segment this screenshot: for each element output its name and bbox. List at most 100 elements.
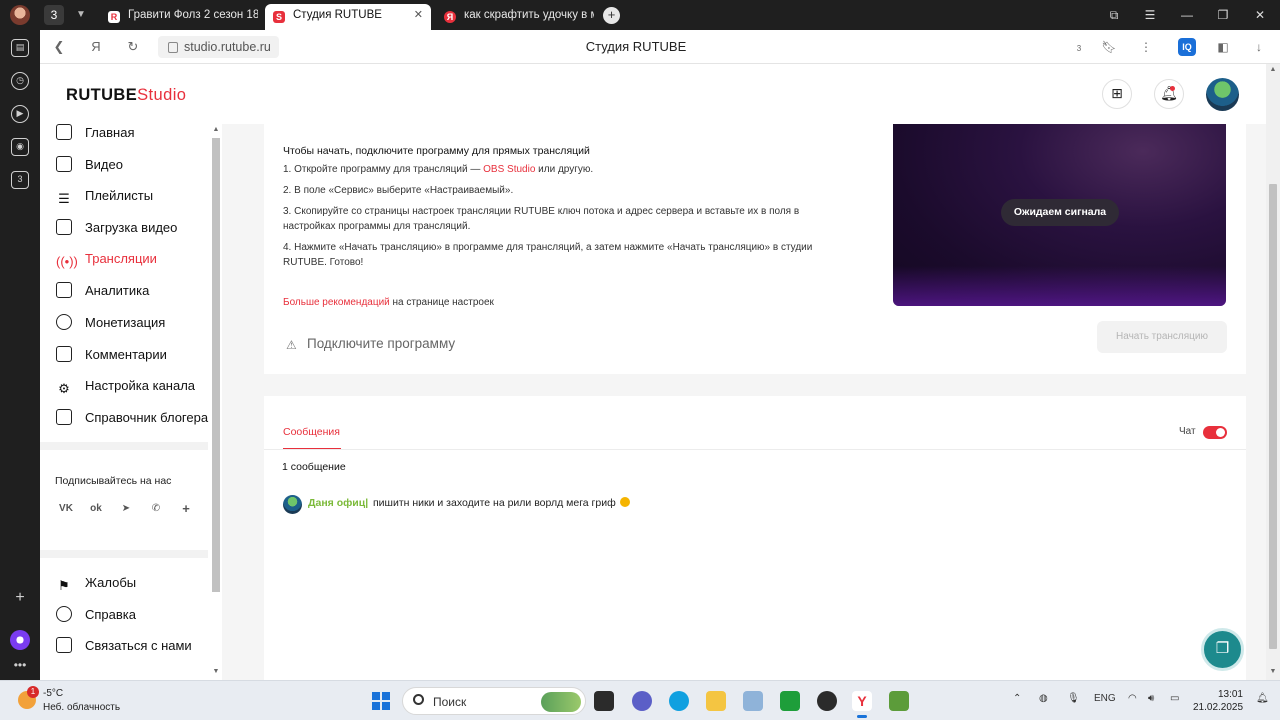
minecraft-icon[interactable] bbox=[889, 691, 909, 711]
sidebar-item-contact[interactable]: Связаться с нами bbox=[56, 635, 192, 657]
file-explorer-icon[interactable] bbox=[706, 691, 726, 711]
scroll-up-icon[interactable]: ▲ bbox=[1268, 66, 1278, 73]
message-author[interactable]: Даня офиц| bbox=[308, 497, 368, 509]
close-window-icon[interactable]: ✕ bbox=[1250, 0, 1270, 30]
viber-icon[interactable]: ✆ bbox=[146, 500, 166, 518]
xbox-icon[interactable] bbox=[780, 691, 800, 711]
wifi-icon[interactable]: ◠ bbox=[1128, 693, 1137, 704]
close-icon[interactable]: ✕ bbox=[414, 4, 423, 26]
chat-toggle[interactable] bbox=[1203, 426, 1227, 439]
battery-icon[interactable]: ▭ bbox=[1170, 693, 1179, 704]
instruction-step-2: 2. В поле «Сервис» выберите «Настраиваем… bbox=[283, 185, 514, 196]
scrollbar-thumb[interactable] bbox=[1269, 184, 1277, 649]
sidebar-item-broadcasts[interactable]: ((•)) Трансляции bbox=[56, 248, 157, 270]
tab-title: Студия RUTUBE bbox=[293, 9, 382, 21]
scroll-down-icon[interactable]: ▼ bbox=[211, 668, 221, 675]
instruction-step-4: 4. Нажмите «Начать трансляцию» в програм… bbox=[283, 242, 813, 268]
counter-badge-icon[interactable]: 3 bbox=[11, 171, 29, 189]
teams-icon[interactable] bbox=[632, 691, 652, 711]
chevron-down-icon[interactable]: ▼ bbox=[72, 5, 90, 25]
scroll-down-icon[interactable]: ▼ bbox=[1268, 668, 1278, 675]
add-panel-icon[interactable]: + bbox=[11, 589, 29, 607]
tab-messages[interactable]: Сообщения bbox=[283, 426, 340, 438]
sidebar-item-blogger-guide[interactable]: Справочник блогера bbox=[56, 407, 208, 429]
sidebar-item-channel-settings[interactable]: ⚙ Настройка канала bbox=[56, 375, 195, 397]
vk-icon[interactable]: VK bbox=[56, 500, 76, 518]
search-label: Поиск bbox=[433, 695, 467, 709]
scrollbar-thumb[interactable] bbox=[212, 138, 220, 592]
windows-start-icon[interactable] bbox=[372, 692, 390, 710]
obs-studio-link[interactable]: OBS Studio bbox=[483, 164, 535, 175]
side-panel-badge: 3 bbox=[17, 174, 23, 184]
minimize-icon[interactable]: — bbox=[1177, 0, 1197, 30]
sidebar-item-home[interactable]: Главная bbox=[56, 122, 134, 144]
instruction-step-3: 3. Скопируйте со страницы настроек транс… bbox=[283, 206, 800, 232]
gear-icon: ⚙ bbox=[58, 381, 70, 396]
skype-icon[interactable] bbox=[669, 691, 689, 711]
security-icon[interactable]: ◍ bbox=[1039, 693, 1048, 704]
warning-icon: ⚠ bbox=[286, 338, 297, 352]
page-scrollbar[interactable]: ▲ ▼ bbox=[1266, 64, 1280, 680]
telegram-icon[interactable]: ➤ bbox=[116, 500, 136, 518]
menu-icon[interactable]: ☰ bbox=[1140, 0, 1160, 30]
more-options-icon[interactable]: ⋮ bbox=[1137, 38, 1155, 56]
task-view-icon[interactable] bbox=[594, 691, 614, 711]
sidebar-item-upload[interactable]: Загрузка видео bbox=[56, 217, 177, 239]
notifications-button[interactable]: 🔔︎ bbox=[1154, 79, 1184, 109]
history-icon[interactable]: ◷ bbox=[11, 72, 29, 90]
screenshot-icon[interactable]: ◉ bbox=[11, 138, 29, 156]
bookmarks-count-icon[interactable]: 3 bbox=[1070, 38, 1088, 56]
sidebar-item-comments[interactable]: Комментарии bbox=[56, 344, 167, 366]
photos-icon[interactable] bbox=[743, 691, 763, 711]
tabs-icon[interactable]: ⧉ bbox=[1104, 0, 1124, 30]
weather-description[interactable]: Неб. облачность bbox=[43, 702, 120, 713]
user-avatar[interactable] bbox=[1206, 78, 1239, 111]
sidebar-item-monetization[interactable]: Монетизация bbox=[56, 312, 165, 334]
collections-icon[interactable]: ◧ bbox=[1214, 38, 1232, 56]
sidebar-item-help[interactable]: Справка bbox=[56, 604, 136, 626]
avatar[interactable] bbox=[283, 495, 302, 514]
chevron-up-icon[interactable]: ⌃ bbox=[1013, 693, 1021, 704]
tab-yandex-search[interactable]: Якак скрафтить удочку в м bbox=[436, 4, 594, 30]
yandex-browser-icon[interactable]: Y bbox=[852, 691, 872, 718]
alice-assistant-icon[interactable] bbox=[10, 630, 30, 650]
extension-icon[interactable]: IQ bbox=[1178, 38, 1196, 56]
odnoklassniki-icon[interactable]: ok bbox=[86, 500, 106, 518]
download-icon[interactable]: ↓ bbox=[1250, 38, 1268, 56]
start-stream-button[interactable]: Начать трансляцию bbox=[1097, 321, 1227, 353]
sidebar-item-video[interactable]: Видео bbox=[56, 154, 123, 176]
scroll-up-icon[interactable]: ▲ bbox=[211, 126, 221, 133]
sidebar-item-complaints[interactable]: ⚑ Жалобы bbox=[56, 572, 136, 594]
playlist-icon: ☰ bbox=[58, 191, 70, 206]
sidebar-scrollbar[interactable]: ▲ ▼ bbox=[210, 124, 222, 680]
language-indicator[interactable]: ENG bbox=[1094, 693, 1116, 704]
rutube-studio-logo[interactable]: RUTUBEStudio bbox=[66, 86, 186, 105]
play-icon[interactable]: ▶ bbox=[11, 105, 29, 123]
tab-studio-rutube[interactable]: S Студия RUTUBE ✕ bbox=[265, 4, 431, 30]
profile-avatar[interactable] bbox=[10, 5, 30, 25]
restore-icon[interactable]: ❐ bbox=[1213, 0, 1233, 30]
tab-counter[interactable]: 3 bbox=[44, 5, 64, 25]
collections-panel-icon[interactable]: ▤ bbox=[11, 39, 29, 57]
taskbar-search[interactable]: Поиск bbox=[402, 687, 586, 715]
sidebar-item-playlists[interactable]: ☰ Плейлисты bbox=[56, 185, 153, 207]
more-dots-icon[interactable]: ••• bbox=[11, 656, 29, 674]
notification-center-icon[interactable]: 🔔︎ bbox=[1256, 693, 1269, 704]
system-clock[interactable]: 13:01 21.02.2025 bbox=[1193, 688, 1243, 714]
notification-dot bbox=[1170, 86, 1175, 91]
tab-gravity-falls[interactable]: R Гравити Фолз 2 сезон 18 bbox=[100, 4, 258, 30]
bookmark-icon[interactable]: 🔖︎ bbox=[1100, 38, 1118, 56]
microphone-icon[interactable]: 🎙︎ bbox=[1067, 693, 1080, 704]
support-chat-button[interactable]: ❐ bbox=[1201, 628, 1244, 671]
sidebar-item-analytics[interactable]: Аналитика bbox=[56, 280, 149, 302]
weather-temperature[interactable]: -5°C bbox=[43, 688, 63, 699]
more-recommendations-link[interactable]: Больше рекомендаций bbox=[283, 297, 390, 308]
more-social-icon[interactable]: + bbox=[176, 500, 196, 518]
obs-icon[interactable] bbox=[817, 691, 837, 711]
add-content-button[interactable]: ⊞ bbox=[1102, 79, 1132, 109]
tab-title: Гравити Фолз 2 сезон 18 bbox=[128, 9, 258, 21]
more-recommendations: Больше рекомендаций на странице настроек bbox=[283, 295, 853, 310]
volume-icon[interactable]: 🔊︎ bbox=[1148, 693, 1154, 704]
page-title: Студия RUTUBE bbox=[585, 39, 687, 54]
new-tab-button[interactable]: + bbox=[603, 7, 620, 24]
